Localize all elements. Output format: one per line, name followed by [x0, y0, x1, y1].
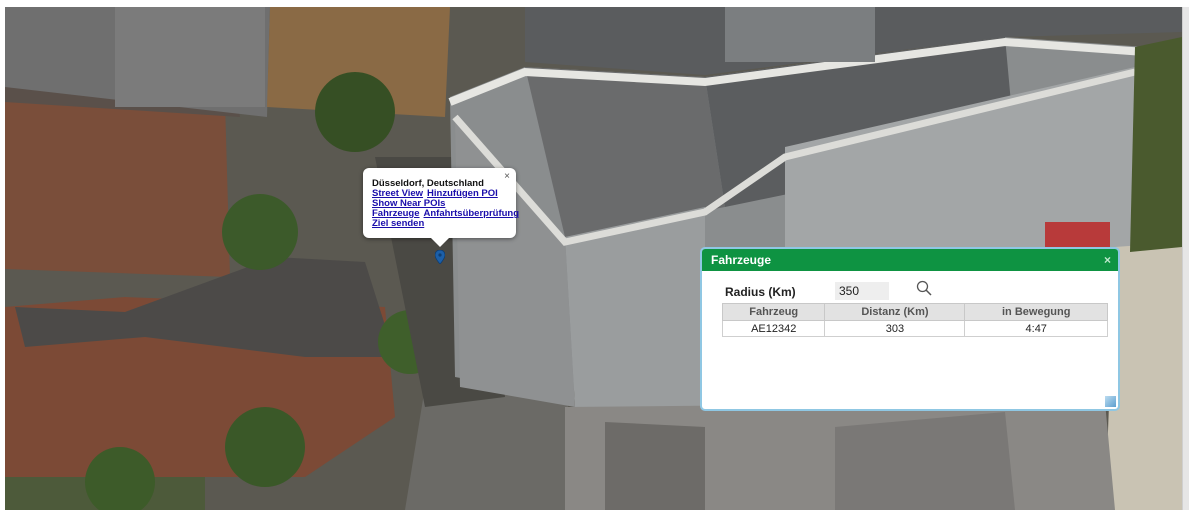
send-target-link[interactable]: Ziel senden — [372, 218, 424, 229]
location-info-window: × Düsseldorf, Deutschland Street View Hin… — [363, 168, 519, 247]
approach-check-link[interactable]: Anfahrtsüberprüfung — [424, 208, 520, 219]
radius-input[interactable] — [835, 282, 889, 300]
column-header-in-motion[interactable]: in Bewegung — [964, 303, 1108, 321]
dialog-titlebar[interactable]: Fahrzeuge × — [702, 249, 1118, 271]
resize-handle[interactable] — [1105, 396, 1116, 407]
vehicles-table: Fahrzeug Distanz (Km) in Bewegung AE1234… — [721, 303, 1108, 337]
table-row[interactable]: AE12342 303 4:47 — [721, 320, 1108, 337]
column-header-vehicle[interactable]: Fahrzeug — [721, 303, 826, 321]
page-scrollbar[interactable] — [1182, 7, 1189, 510]
cell-vehicle: AE12342 — [721, 320, 826, 337]
map-marker-icon[interactable] — [435, 250, 445, 264]
search-icon[interactable] — [915, 279, 933, 297]
link-row-4: Ziel senden — [372, 219, 516, 229]
radius-label: Radius (Km) — [725, 285, 796, 299]
cell-distance: 303 — [824, 320, 966, 337]
cell-in-motion: 4:47 — [964, 320, 1108, 337]
vehicles-dialog: Fahrzeuge × Radius (Km) Fahrzeug Distanz… — [700, 247, 1120, 411]
dialog-close-icon[interactable]: × — [1104, 249, 1111, 271]
close-icon[interactable]: × — [504, 172, 510, 182]
table-header-row: Fahrzeug Distanz (Km) in Bewegung — [721, 303, 1108, 321]
column-header-distance[interactable]: Distanz (Km) — [824, 303, 966, 321]
dialog-title: Fahrzeuge — [711, 253, 772, 267]
